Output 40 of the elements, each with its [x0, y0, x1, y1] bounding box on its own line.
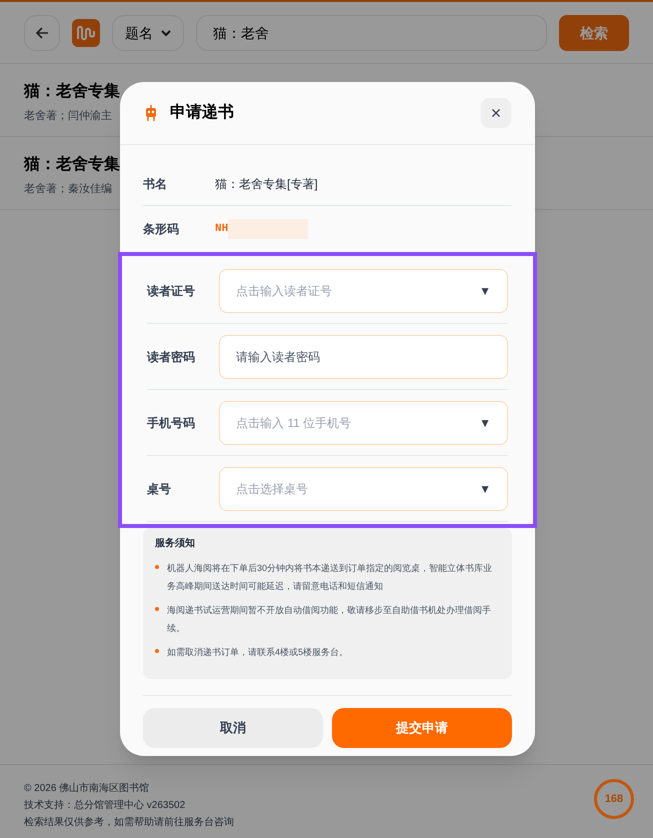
dialog-title: 申请递书	[170, 102, 235, 123]
robot-icon	[144, 104, 158, 122]
info-label: 条形码	[143, 221, 180, 238]
logo-icon	[72, 18, 100, 46]
dropdown-field[interactable]: 点击输入读者证号 ▼	[219, 268, 508, 312]
chevron-down-icon	[161, 28, 171, 36]
info-value: 猫：老舍专集[专著]	[215, 176, 318, 192]
caret-icon: ▼	[479, 414, 491, 432]
cancel-button[interactable]: 取消	[143, 708, 323, 748]
field-label: 读者密码	[147, 348, 196, 366]
notice-text: 机器人海阅将在下单后30分钟内将书本递送到订单指定的阅览桌，智能立体书库业务高峰期间送达时间可能延迟，请留意电话和短信通知	[167, 562, 494, 593]
field-label: 读者证号	[147, 282, 196, 300]
caret-icon: ▼	[479, 480, 491, 498]
back-button[interactable]	[24, 14, 60, 50]
dropdown-field[interactable]: 点击选择桌号 ▼	[219, 466, 508, 510]
search-type-select[interactable]: 题名	[112, 14, 184, 50]
back-arrow-icon	[35, 26, 49, 40]
counter-ring: 168	[594, 779, 634, 819]
info-label: 书名	[143, 176, 168, 192]
notice-text: 海阅递书试运营期间暂不开放自动借阅功能，敬请移步至自助借书机处办理借阅手续。	[167, 604, 492, 635]
notice-text: 如需取消递书订单，请联系4楼或5楼服务台。	[167, 646, 348, 659]
search-field[interactable]: 猫：老舍	[196, 14, 547, 50]
footer-text: © 2026 佛山市南海区图书馆	[24, 782, 150, 796]
field-label: 桌号	[147, 480, 172, 498]
result-meta: 老舍著；秦汝佳编	[24, 182, 112, 197]
result-meta: 老舍著；闫仲渝主	[24, 108, 112, 124]
notice-title: 服务须知	[155, 536, 196, 551]
input-field[interactable]: 请输入读者密码	[219, 334, 508, 378]
caret-icon: ▼	[479, 282, 491, 300]
result-title[interactable]: 猫：老舍专集	[24, 153, 120, 177]
dropdown-field[interactable]: 点击输入 11 位手机号 ▼	[219, 400, 508, 444]
bullet-icon	[155, 649, 159, 653]
bullet-icon	[155, 607, 159, 611]
footer-text: 技术支持：总分馆管理中心 v263502	[24, 798, 186, 813]
close-button[interactable]: ×	[481, 98, 511, 128]
bullet-icon	[155, 565, 159, 569]
result-title[interactable]: 猫：老舍专集	[24, 80, 120, 104]
field-label: 手机号码	[147, 414, 196, 432]
barcode-value: NH	[215, 222, 228, 237]
footer-text: 检索结果仅供参考，如需帮助请前往服务台咨询	[24, 816, 234, 830]
